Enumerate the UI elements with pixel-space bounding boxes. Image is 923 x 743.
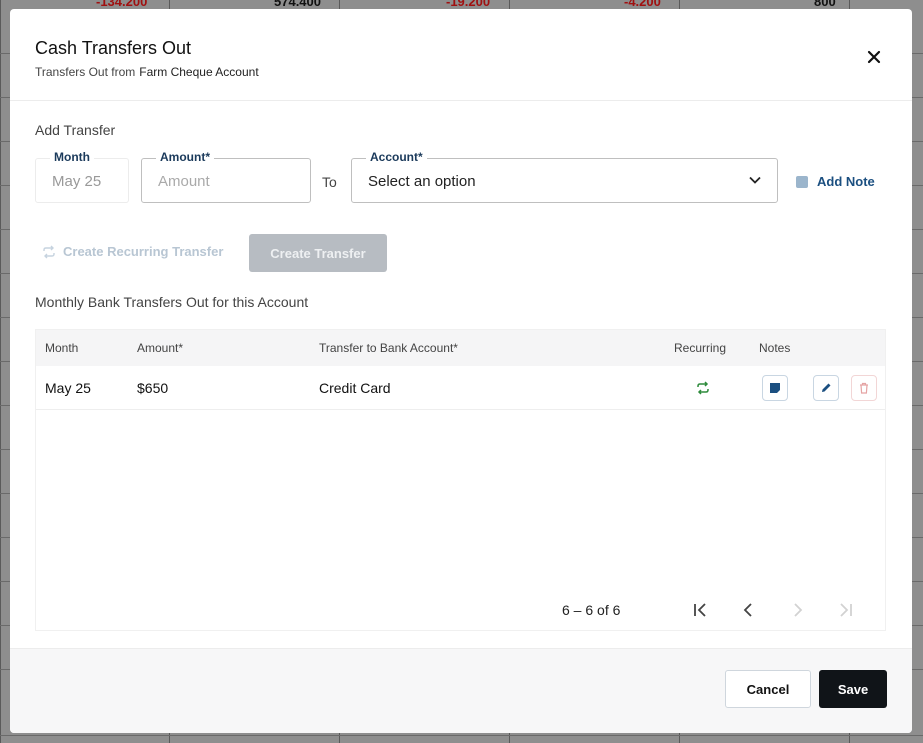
column-header-account: Transfer to Bank Account* bbox=[319, 341, 458, 355]
first-page-icon[interactable] bbox=[693, 603, 709, 617]
add-note-label: Add Note bbox=[817, 174, 875, 189]
amount-label: Amount* bbox=[156, 150, 214, 164]
column-header-notes: Notes bbox=[759, 341, 791, 355]
to-label: To bbox=[322, 174, 337, 190]
pencil-icon bbox=[822, 383, 831, 392]
transfers-list-heading: Monthly Bank Transfers Out for this Acco… bbox=[35, 294, 309, 310]
create-recurring-transfer-button[interactable]: Create Recurring Transfer bbox=[42, 244, 223, 259]
edit-button[interactable] bbox=[813, 375, 839, 401]
row-account: Credit Card bbox=[319, 380, 391, 396]
subtitle-prefix: Transfers Out from bbox=[35, 65, 136, 79]
dialog-header: Cash Transfers Out Transfers Out from Far… bbox=[10, 9, 912, 101]
sheet-value: 800 bbox=[814, 0, 836, 9]
account-label: Account* bbox=[366, 150, 427, 164]
create-transfer-button[interactable]: Create Transfer bbox=[249, 234, 387, 272]
previous-page-icon[interactable] bbox=[741, 603, 757, 617]
recurring-label: Create Recurring Transfer bbox=[63, 244, 224, 259]
note-icon bbox=[796, 175, 808, 188]
row-month: May 25 bbox=[45, 380, 91, 396]
account-select-value: Select an option bbox=[368, 173, 476, 190]
add-transfer-heading: Add Transfer bbox=[35, 122, 116, 138]
last-page-icon[interactable] bbox=[837, 603, 853, 617]
add-note-button[interactable]: Add Note bbox=[796, 174, 875, 189]
column-header-recurring: Recurring bbox=[674, 341, 727, 355]
dialog-footer: Cancel Save bbox=[10, 648, 912, 733]
trash-icon bbox=[860, 382, 868, 394]
subtitle-account: Farm Cheque Account bbox=[139, 65, 259, 79]
amount-field[interactable]: Amount* Amount bbox=[141, 150, 311, 203]
row-amount: $650 bbox=[137, 380, 169, 396]
delete-button[interactable] bbox=[851, 375, 877, 401]
amount-input[interactable]: Amount bbox=[158, 173, 210, 190]
transfers-table: Month Amount* Transfer to Bank Account* … bbox=[35, 329, 886, 631]
month-value: May 25 bbox=[52, 173, 102, 190]
dialog-title: Cash Transfers Out bbox=[35, 38, 192, 58]
close-icon[interactable] bbox=[866, 49, 882, 65]
month-label: Month bbox=[50, 150, 94, 164]
column-header-month: Month bbox=[45, 341, 79, 355]
note-icon bbox=[770, 383, 780, 393]
pagination: 6 – 6 of 6 bbox=[36, 600, 885, 620]
pagination-range: 6 – 6 of 6 bbox=[562, 602, 621, 618]
sheet-value: -134.200 bbox=[96, 0, 148, 9]
repeat-icon bbox=[43, 245, 55, 258]
recurring-icon bbox=[697, 381, 709, 395]
sheet-value: -4.200 bbox=[624, 0, 661, 9]
cash-transfers-dialog: Cash Transfers Out Transfers Out from Far… bbox=[10, 9, 912, 733]
sheet-value: -19.200 bbox=[446, 0, 491, 9]
account-select[interactable]: Account* Select an option bbox=[351, 150, 778, 203]
chevron-down-icon bbox=[749, 176, 761, 184]
table-header: Month Amount* Transfer to Bank Account* … bbox=[36, 330, 885, 366]
table-row: May 25 $650 Credit Card bbox=[36, 366, 885, 410]
month-field: Month May 25 bbox=[35, 150, 129, 203]
note-button[interactable] bbox=[762, 375, 788, 401]
column-header-amount: Amount* bbox=[137, 341, 184, 355]
save-button[interactable]: Save bbox=[819, 670, 887, 708]
cancel-button[interactable]: Cancel bbox=[725, 670, 811, 708]
dialog-subtitle: Transfers Out from Farm Cheque Account bbox=[35, 65, 259, 79]
next-page-icon[interactable] bbox=[789, 603, 805, 617]
sheet-value: 574.400 bbox=[274, 0, 321, 9]
